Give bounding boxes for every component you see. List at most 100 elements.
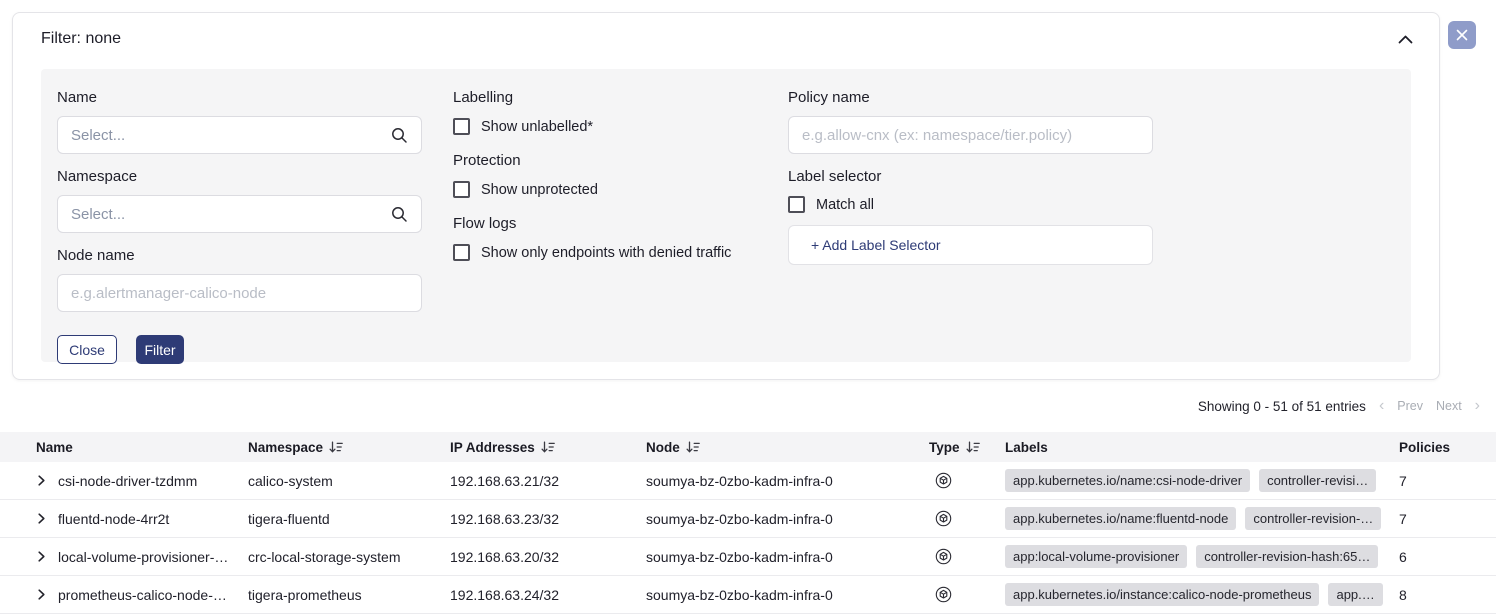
collapse-panel-button[interactable] — [1398, 35, 1413, 44]
checkbox-label: Show only endpoints with denied traffic — [481, 245, 731, 261]
column-header[interactable]: IP Addresses — [450, 440, 646, 455]
next-page-link[interactable]: Next — [1436, 399, 1462, 413]
column-header-label: Policies — [1399, 440, 1450, 455]
pod-type-icon — [935, 510, 952, 527]
label-chip: app.kubernetes.io/name:fluentd-node — [1005, 507, 1236, 530]
endpoint-name: fluentd-node-4rr2t — [58, 511, 169, 527]
filter-checkbox-row[interactable]: Show unprotected — [453, 181, 788, 198]
checkbox-label: Show unprotected — [481, 182, 598, 198]
name-select[interactable]: Select... — [57, 116, 422, 154]
label-chip: controller-revision-hash:65… — [1196, 545, 1378, 568]
column-header[interactable]: Node — [646, 440, 929, 455]
endpoint-namespace: calico-system — [248, 473, 450, 489]
column-header: Policies — [1399, 440, 1496, 455]
name-select-placeholder: Select... — [71, 127, 391, 144]
label-chip: controller-revisi… — [1259, 469, 1376, 492]
filter-panel-title: Filter: none — [41, 30, 121, 48]
filter-checkbox-row[interactable]: Show unlabelled* — [453, 118, 788, 135]
search-icon — [391, 127, 408, 144]
table-row[interactable]: local-volume-provisioner-… crc-local-sto… — [0, 538, 1496, 576]
label-chip: app.kubernetes.io/name:csi-node-driver — [1005, 469, 1250, 492]
table-row[interactable]: prometheus-calico-node-… tigera-promethe… — [0, 576, 1496, 614]
match-all-checkbox-row[interactable]: Match all — [788, 196, 1153, 213]
expand-row-icon[interactable] — [36, 551, 47, 562]
column-header: Labels — [1005, 440, 1399, 455]
endpoints-table: Name Namespace IP Addresses Node Type La… — [0, 432, 1496, 614]
node-name-field-label: Node name — [57, 247, 422, 264]
close-icon — [1456, 29, 1468, 41]
sort-icon — [541, 441, 555, 454]
namespace-field-label: Namespace — [57, 168, 422, 185]
endpoint-ip: 192.168.63.24/32 — [450, 587, 646, 603]
pod-type-icon — [935, 586, 952, 603]
column-header-label: Labels — [1005, 440, 1048, 455]
column-header-label: Name — [36, 440, 73, 455]
expand-row-icon[interactable] — [36, 589, 47, 600]
pod-type-icon — [935, 472, 952, 489]
column-header-label: Node — [646, 440, 680, 455]
filter-section-heading: Protection — [453, 152, 788, 169]
namespace-select-placeholder: Select... — [71, 206, 391, 223]
checkbox-label: Show unlabelled* — [481, 119, 593, 135]
next-arrow-icon[interactable]: › — [1475, 398, 1480, 414]
filter-panel-header: Filter: none — [13, 13, 1439, 48]
endpoint-policies-count: 7 — [1399, 511, 1496, 527]
endpoint-namespace: tigera-prometheus — [248, 587, 450, 603]
match-all-label: Match all — [816, 197, 874, 213]
endpoint-labels: app.kubernetes.io/name:csi-node-driver co… — [1005, 469, 1399, 492]
namespace-select[interactable]: Select... — [57, 195, 422, 233]
filter-section-heading: Flow logs — [453, 215, 788, 232]
endpoint-namespace: crc-local-storage-system — [248, 549, 450, 565]
table-row[interactable]: fluentd-node-4rr2t tigera-fluentd 192.16… — [0, 500, 1496, 538]
pod-type-icon — [935, 548, 952, 565]
sort-icon — [329, 441, 343, 454]
filter-button[interactable]: Filter — [136, 335, 184, 364]
endpoint-namespace: tigera-fluentd — [248, 511, 450, 527]
table-header-row: Name Namespace IP Addresses Node Type La… — [0, 432, 1496, 462]
sort-icon — [686, 441, 700, 454]
label-chip: controller-revision-… — [1245, 507, 1381, 530]
column-header[interactable]: Namespace — [248, 440, 450, 455]
endpoint-labels: app:local-volume-provisionercontroller-r… — [1005, 545, 1399, 568]
search-icon — [391, 206, 408, 223]
filter-section-heading: Labelling — [453, 89, 788, 106]
node-name-input-wrap — [57, 274, 422, 312]
column-header-label: Namespace — [248, 440, 323, 455]
policy-name-input-wrap — [788, 116, 1153, 154]
checkbox-groups: Labelling Show unlabelled* Protection Sh… — [453, 89, 788, 346]
endpoint-ip: 192.168.63.21/32 — [450, 473, 646, 489]
endpoint-policies-count: 8 — [1399, 587, 1496, 603]
node-name-input[interactable] — [71, 285, 408, 302]
match-all-checkbox[interactable] — [788, 196, 805, 213]
endpoint-node: soumya-bz-0zbo-kadm-infra-0 — [646, 473, 929, 489]
policy-name-input[interactable] — [802, 127, 1139, 144]
filter-form: Name Select... Namespace Select... Node … — [41, 69, 1411, 362]
column-header[interactable]: Type — [929, 440, 1005, 455]
checkbox[interactable] — [453, 118, 470, 135]
checkbox[interactable] — [453, 244, 470, 261]
prev-page-link[interactable]: Prev — [1397, 399, 1423, 413]
endpoint-ip: 192.168.63.20/32 — [450, 549, 646, 565]
pagination: Showing 0 - 51 of 51 entries ‹ Prev Next… — [1198, 397, 1480, 415]
column-header: Name — [0, 440, 248, 455]
endpoint-node: soumya-bz-0zbo-kadm-infra-0 — [646, 549, 929, 565]
endpoint-policies-count: 7 — [1399, 473, 1496, 489]
name-field-label: Name — [57, 89, 422, 106]
endpoint-node: soumya-bz-0zbo-kadm-infra-0 — [646, 587, 929, 603]
dismiss-filter-button[interactable] — [1448, 21, 1476, 49]
table-row[interactable]: csi-node-driver-tzdmm calico-system 192.… — [0, 462, 1496, 500]
filter-checkbox-row[interactable]: Show only endpoints with denied traffic — [453, 244, 788, 261]
entries-summary: Showing 0 - 51 of 51 entries — [1198, 399, 1366, 414]
expand-row-icon[interactable] — [36, 475, 47, 486]
column-header-label: Type — [929, 440, 960, 455]
endpoint-policies-count: 6 — [1399, 549, 1496, 565]
checkbox[interactable] — [453, 181, 470, 198]
expand-row-icon[interactable] — [36, 513, 47, 524]
endpoint-name: csi-node-driver-tzdmm — [58, 473, 197, 489]
endpoint-name: prometheus-calico-node-… — [58, 587, 227, 603]
close-button[interactable]: Close — [57, 335, 117, 364]
prev-arrow-icon[interactable]: ‹ — [1379, 398, 1384, 414]
chevron-up-icon — [1398, 35, 1413, 44]
table-body: csi-node-driver-tzdmm calico-system 192.… — [0, 462, 1496, 614]
add-label-selector-button[interactable]: + Add Label Selector — [788, 225, 1153, 265]
